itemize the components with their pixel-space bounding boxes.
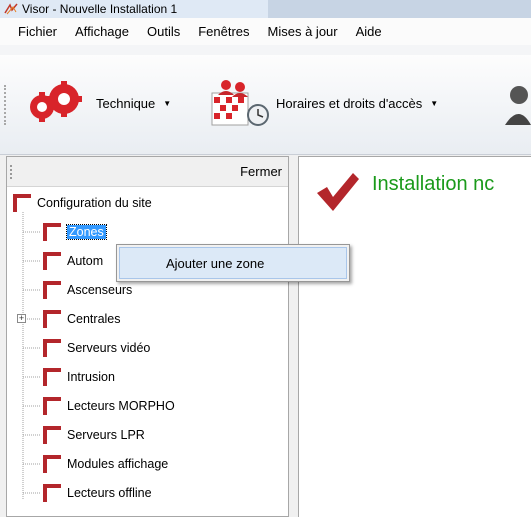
toolbar: Technique ▼ Horaires et droits d'accès ▼ xyxy=(0,55,531,155)
tree-item-label: Centrales xyxy=(67,311,121,326)
window-title: Visor - Nouvelle Installation 1 xyxy=(22,2,178,16)
panel-grip[interactable] xyxy=(10,165,12,179)
tree-item-serveurs-lpr[interactable]: Serveurs LPR xyxy=(7,420,288,449)
app-logo-icon xyxy=(4,3,18,15)
gears-icon xyxy=(30,81,82,122)
tree-item-lecteurs-morpho[interactable]: Lecteurs MORPHO xyxy=(7,391,288,420)
tree-item-zones[interactable]: Zones xyxy=(7,217,288,246)
flag-icon xyxy=(43,454,61,473)
context-menu-item-ajouter-zone[interactable]: Ajouter une zone xyxy=(119,247,347,279)
flag-icon xyxy=(43,251,61,270)
expand-plus-icon[interactable]: + xyxy=(17,314,26,323)
technique-label: Technique xyxy=(96,95,156,111)
title-bar: Visor - Nouvelle Installation 1 xyxy=(0,0,531,18)
toolbar-grip[interactable] xyxy=(4,85,7,125)
tree-item-label: Lecteurs MORPHO xyxy=(67,398,175,413)
tree-item-configuration-du-site[interactable]: Configuration du site xyxy=(7,188,288,217)
menu-mises-a-jour[interactable]: Mises à jour xyxy=(259,24,347,39)
menu-fenetres[interactable]: Fenêtres xyxy=(189,24,258,39)
tree-item-label: Zones xyxy=(66,223,107,240)
tree-item-modules-affichage[interactable]: Modules affichage xyxy=(7,449,288,478)
users-icon[interactable] xyxy=(505,85,531,125)
chevron-down-icon: ▼ xyxy=(163,98,172,108)
tree-item-label: Serveurs LPR xyxy=(67,427,145,442)
checkmark-icon xyxy=(317,173,359,211)
flag-icon xyxy=(43,367,61,386)
tree-item-intrusion[interactable]: Intrusion xyxy=(7,362,288,391)
flag-icon xyxy=(43,425,61,444)
chevron-down-icon: ▼ xyxy=(430,98,439,108)
flag-icon xyxy=(43,309,61,328)
menu-outils[interactable]: Outils xyxy=(138,24,189,39)
tree-item-label: Serveurs vidéo xyxy=(67,340,151,355)
technique-button[interactable]: Technique ▼ xyxy=(24,81,172,123)
flag-icon xyxy=(43,222,61,241)
flag-icon xyxy=(43,338,61,357)
close-panel-button[interactable]: Fermer xyxy=(240,164,282,179)
flag-icon xyxy=(43,483,61,502)
flag-icon xyxy=(43,396,61,415)
content-panel: Installation nc xyxy=(298,156,531,517)
flag-icon xyxy=(43,280,61,299)
menu-separator xyxy=(0,45,531,55)
horaires-droits-label: Horaires et droits d'accès xyxy=(276,95,423,111)
menu-bar: Fichier Affichage Outils Fenêtres Mises … xyxy=(0,18,531,45)
site-tree-panel: Fermer Configuration du site Zones Autom… xyxy=(6,156,289,517)
status-message: Installation nc xyxy=(372,173,495,195)
menu-fichier[interactable]: Fichier xyxy=(0,24,66,39)
tree-item-serveurs-video[interactable]: Serveurs vidéo xyxy=(7,333,288,362)
tree-item-label: Lecteurs offline xyxy=(67,485,152,500)
context-menu: Ajouter une zone xyxy=(116,244,350,282)
title-bar-extension xyxy=(268,0,531,18)
tree-item-lecteurs-offline[interactable]: Lecteurs offline xyxy=(7,478,288,507)
tree-item-centrales[interactable]: + Centrales xyxy=(7,304,288,333)
menu-aide[interactable]: Aide xyxy=(347,24,391,39)
flag-icon xyxy=(13,193,31,212)
panel-header: Fermer xyxy=(7,157,288,187)
tree-item-label: Configuration du site xyxy=(37,195,152,210)
horaires-droits-button[interactable]: Horaires et droits d'accès ▼ xyxy=(206,79,438,127)
tree-item-label: Intrusion xyxy=(67,369,115,384)
tree-item-label: Autom xyxy=(67,253,104,268)
site-tree: Configuration du site Zones Autom Ascens… xyxy=(7,188,288,507)
menu-affichage[interactable]: Affichage xyxy=(66,24,138,39)
calendar-users-clock-icon xyxy=(211,80,269,126)
tree-item-label: Modules affichage xyxy=(67,456,169,471)
tree-item-label: Ascenseurs xyxy=(67,282,133,297)
